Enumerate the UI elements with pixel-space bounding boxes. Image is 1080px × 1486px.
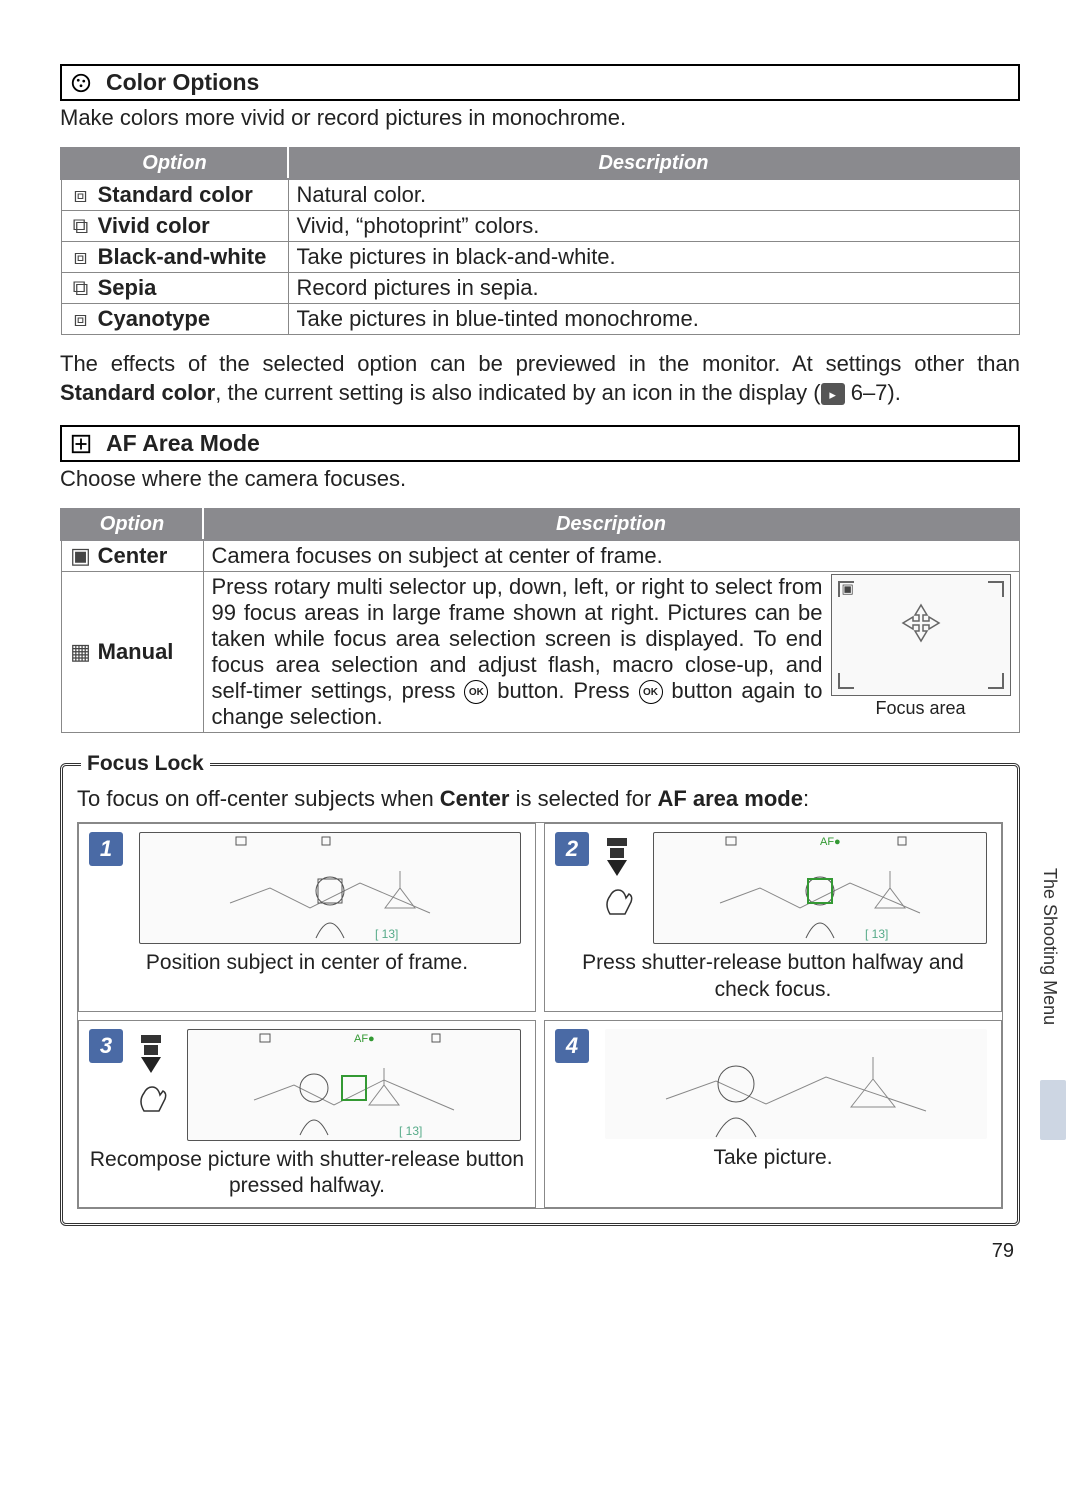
option-desc: Natural color. — [288, 179, 1019, 211]
shutter-press-icon — [597, 838, 637, 918]
display-ref-icon: ▸ — [821, 383, 845, 405]
section-title: Color Options — [106, 69, 259, 96]
option-label: Manual — [98, 639, 174, 664]
table-row: ⧉ Vivid color Vivid, “photoprint” colors… — [61, 211, 1019, 242]
step-caption: Position subject in center of frame. — [146, 950, 468, 976]
focus-area-diagram: ▣ Focus area — [831, 574, 1011, 730]
step-scene-illustration — [605, 1029, 987, 1139]
section-title: AF Area Mode — [106, 430, 260, 457]
option-label: Center — [98, 543, 168, 568]
text: To focus on off-center subjects when — [77, 786, 440, 811]
step-caption: Take picture. — [713, 1145, 832, 1171]
section-header-color-options: Color Options — [60, 64, 1020, 101]
svg-text:[ 13]: [ 13] — [865, 927, 888, 941]
option-label: Cyanotype — [98, 306, 210, 331]
step-caption: Recompose picture with shutter-release b… — [89, 1147, 525, 1200]
option-label: Standard color — [98, 182, 253, 207]
option-label: Vivid color — [98, 213, 210, 238]
table-row: ⧈ Black-and-white Take pictures in black… — [61, 242, 1019, 273]
page-number: 79 — [60, 1240, 1020, 1263]
step-number: 2 — [555, 832, 589, 866]
step-scene-illustration: [ 13] — [139, 832, 521, 944]
col-header-description: Description — [288, 148, 1019, 179]
side-tab-label: The Shooting Menu — [1037, 860, 1062, 1033]
mode-icon: ⧉ — [70, 275, 92, 301]
focus-lock-step: 1 [ 13] Position subject in center of fr… — [78, 823, 536, 1012]
option-desc: Vivid, “photoprint” colors. — [288, 211, 1019, 242]
col-header-option: Option — [61, 148, 288, 179]
option-label: Black-and-white — [98, 244, 267, 269]
focus-brackets-icon — [70, 433, 92, 455]
option-desc: Camera focuses on subject at center of f… — [203, 540, 1019, 572]
ok-button-icon: OK — [464, 680, 488, 704]
text: , the current setting is also indicated … — [215, 380, 820, 405]
focus-lock-title: Focus Lock — [81, 752, 210, 776]
focus-manual-icon: ▦ — [70, 639, 92, 665]
ok-button-icon: OK — [639, 680, 663, 704]
step-scene-illustration: AF● [ 13] — [653, 832, 987, 944]
table-row: ▣ Center Camera focuses on subject at ce… — [61, 540, 1019, 572]
mode-icon: ⧈ — [70, 306, 92, 332]
color-options-table: Option Description ⧈ Standard color Natu… — [60, 147, 1020, 335]
mode-icon: ⧈ — [70, 182, 92, 208]
side-tab-indicator — [1040, 1080, 1066, 1140]
diagram-label: Focus area — [831, 698, 1011, 719]
table-row: ⧈ Cyanotype Take pictures in blue-tinted… — [61, 304, 1019, 335]
focus-lock-intro: To focus on off-center subjects when Cen… — [77, 786, 1003, 812]
svg-text:[ 13]: [ 13] — [399, 1124, 422, 1138]
step-number: 4 — [555, 1029, 589, 1063]
svg-text:[ 13]: [ 13] — [375, 927, 398, 941]
option-desc: Take pictures in black-and-white. — [288, 242, 1019, 273]
option-desc: Press rotary multi selector up, down, le… — [203, 572, 1019, 733]
mode-icon: ⧉ — [70, 213, 92, 239]
mode-icon: ⧈ — [70, 244, 92, 270]
table-row: ▦ Manual Press rotary multi selector up,… — [61, 572, 1019, 733]
focus-lock-step: 4 Take picture. — [544, 1020, 1002, 1209]
step-number: 1 — [89, 832, 123, 866]
text: button. Press — [488, 678, 638, 703]
text: : — [803, 786, 809, 811]
col-header-description: Description — [203, 509, 1019, 540]
step-number: 3 — [89, 1029, 123, 1063]
selector-cursor-icon — [901, 603, 941, 643]
section-subtitle: Make colors more vivid or record picture… — [60, 105, 1020, 131]
section-subtitle: Choose where the camera focuses. — [60, 466, 1020, 492]
option-desc: Take pictures in blue-tinted monochrome. — [288, 304, 1019, 335]
section-header-af-area-mode: AF Area Mode — [60, 425, 1020, 462]
svg-text:AF●: AF● — [820, 836, 841, 848]
shutter-press-icon — [131, 1035, 171, 1115]
text: is selected for — [509, 786, 657, 811]
focus-lock-step: 2 AF● [ 13] — [544, 823, 1002, 1012]
table-row: ⧉ Sepia Record pictures in sepia. — [61, 273, 1019, 304]
col-header-option: Option — [61, 509, 203, 540]
af-area-mode-table: Option Description ▣ Center Camera focus… — [60, 508, 1020, 733]
step-caption: Press shutter-release button halfway and… — [555, 950, 991, 1003]
focus-center-icon: ▣ — [70, 543, 92, 569]
text: 6–7). — [845, 380, 901, 405]
text-bold: AF area mode — [657, 786, 803, 811]
option-label: Sepia — [98, 275, 157, 300]
focus-lock-steps-grid: 1 [ 13] Position subject in center of fr… — [77, 822, 1003, 1209]
focus-lock-step: 3 AF● [ 13] — [78, 1020, 536, 1209]
text-bold: Standard color — [60, 380, 215, 405]
svg-text:AF●: AF● — [354, 1033, 375, 1045]
step-scene-illustration: AF● [ 13] — [187, 1029, 521, 1141]
table-row: ⧈ Standard color Natural color. — [61, 179, 1019, 211]
text: The effects of the selected option can b… — [60, 351, 1020, 376]
preview-paragraph: The effects of the selected option can b… — [60, 349, 1020, 407]
text-bold: Center — [440, 786, 510, 811]
focus-lock-box: Focus Lock To focus on off-center subjec… — [60, 763, 1020, 1226]
palette-icon — [70, 72, 92, 94]
option-desc: Record pictures in sepia. — [288, 273, 1019, 304]
